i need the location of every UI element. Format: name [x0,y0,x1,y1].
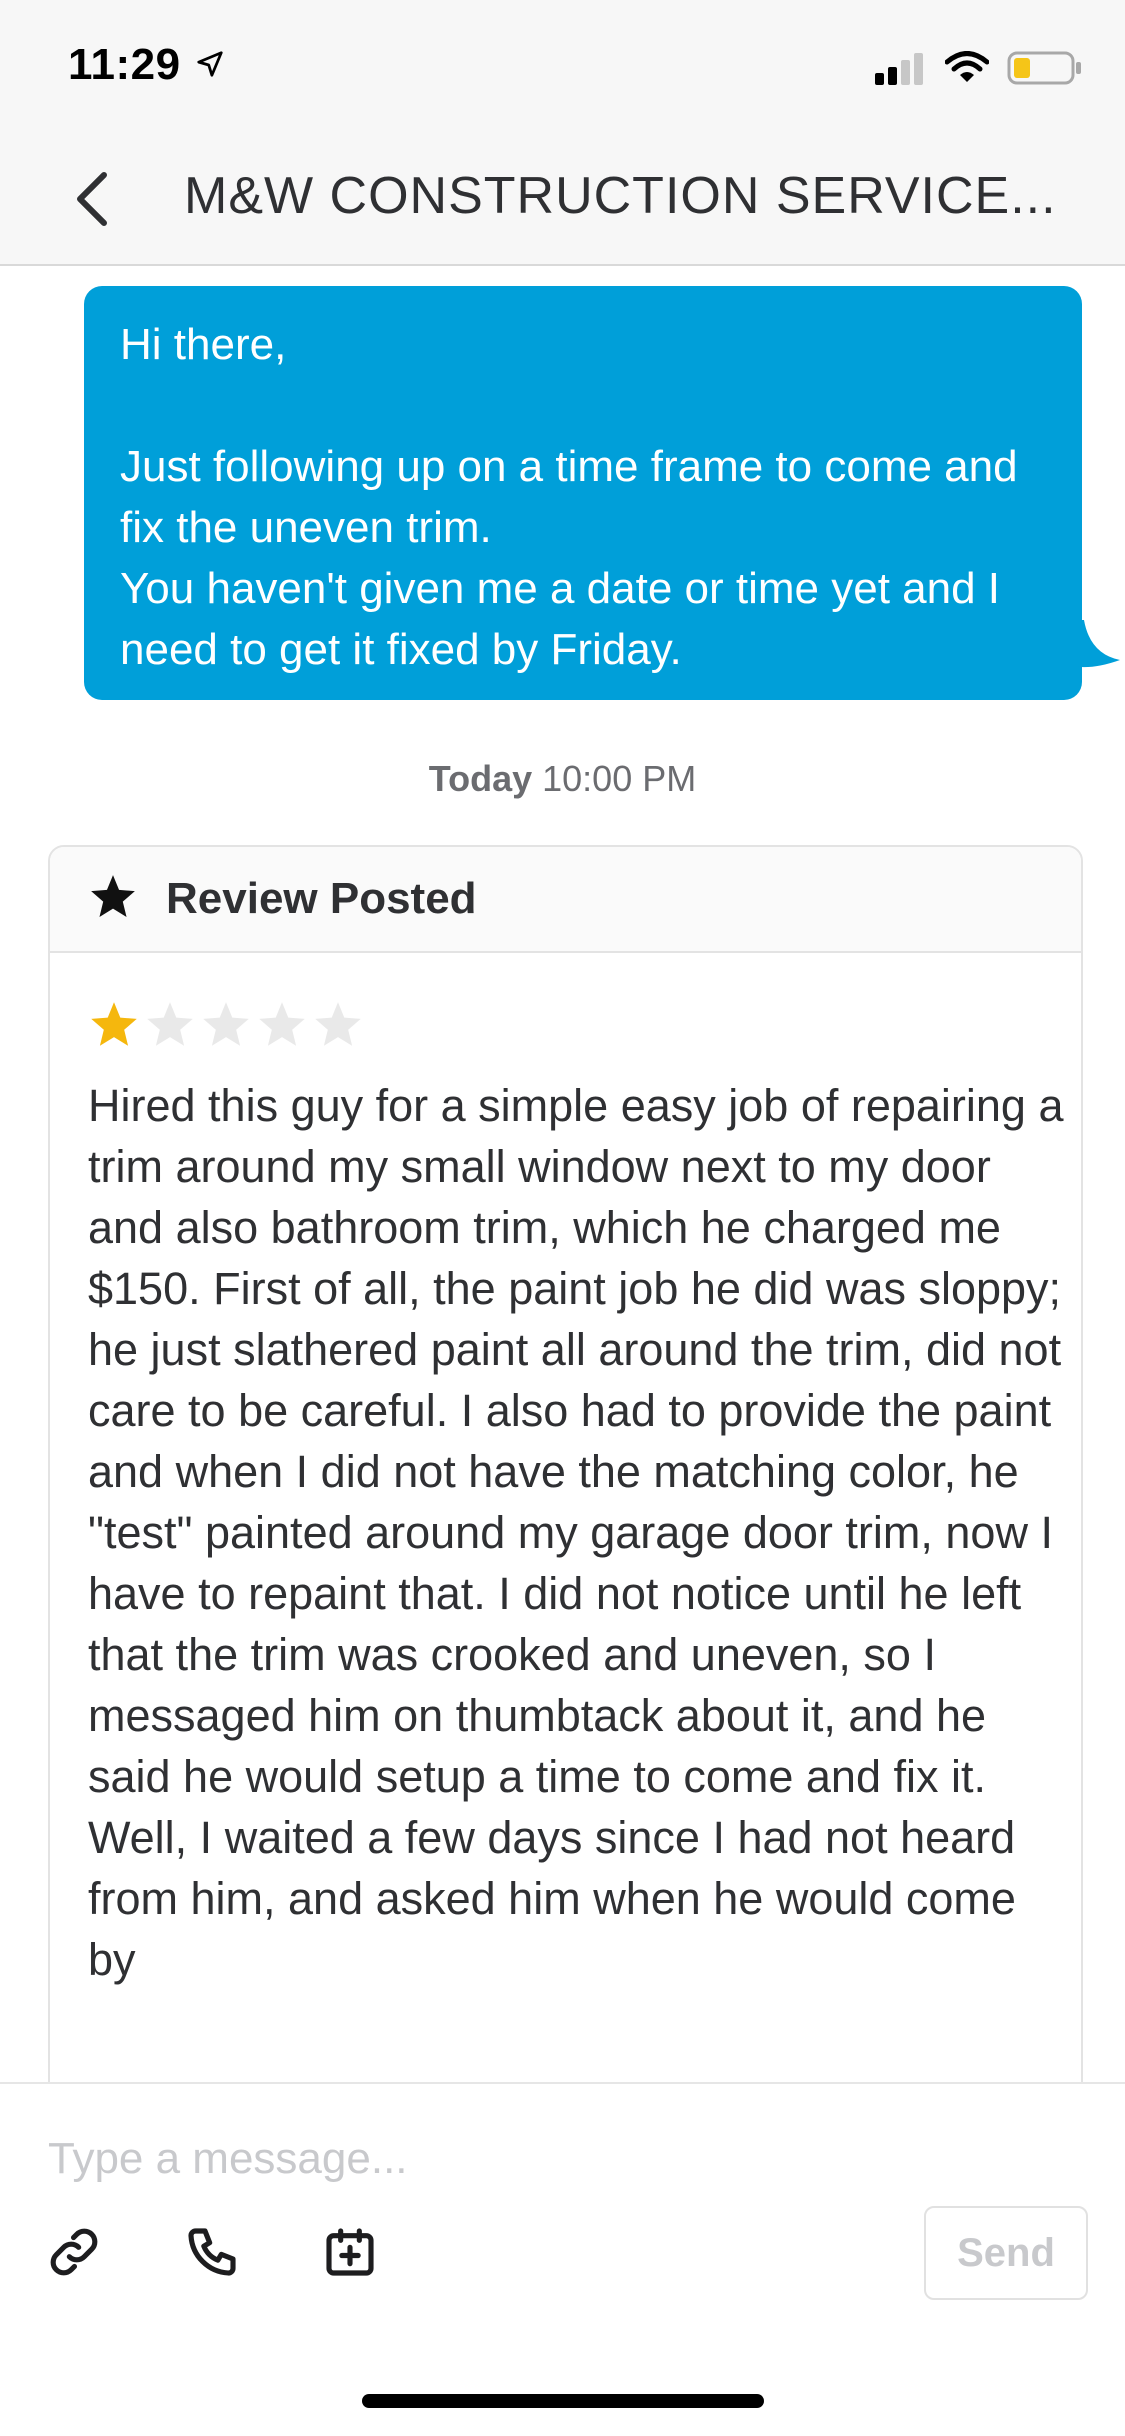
star-rating [88,999,364,1051]
phone-icon [184,2224,240,2285]
review-title: Review Posted [166,874,477,923]
conversation-title: M&W CONSTRUCTION SERVICE... [184,167,1057,225]
rating-star-1 [91,1002,137,1046]
message-list[interactable]: Hi there, Just following up on a time fr… [0,268,1125,2082]
message-composer: Send [0,2082,1125,2436]
timestamp-day: Today [428,758,533,799]
home-indicator [362,2394,764,2408]
bubble-tail [1072,620,1120,668]
review-card: Review Posted Hired this guy for a simpl… [48,845,1083,2082]
battery-icon [1007,50,1083,91]
review-text: Hired this guy for a simple easy job of … [88,1080,1064,1985]
message-input[interactable] [48,2124,1078,2194]
rating-star-3 [203,1002,249,1046]
cellular-signal-icon [875,51,927,90]
call-button[interactable] [172,2214,252,2294]
timestamp-time: 10:00 PM [542,758,697,799]
attach-link-button[interactable] [34,2214,114,2294]
location-arrow-icon [195,40,225,90]
status-bar: 11:29 [0,0,1125,132]
outgoing-message-bubble: Hi there, Just following up on a time fr… [84,286,1082,700]
status-time: 11:29 [68,40,181,89]
star-icon [88,872,138,927]
calendar-add-icon [322,2224,378,2285]
link-icon [46,2224,102,2285]
back-button[interactable] [62,168,122,234]
schedule-button[interactable] [310,2214,390,2294]
send-button[interactable]: Send [924,2206,1088,2300]
rating-star-2 [147,1002,193,1046]
status-indicators [875,50,1083,91]
wifi-icon [944,51,990,90]
status-time-group: 11:29 [68,40,225,90]
message-timestamp: Today 10:00 PM [0,758,1125,800]
nav-bar: M&W CONSTRUCTION SERVICE... [0,132,1125,266]
rating-star-4 [259,1002,305,1046]
rating-star-5 [315,1002,361,1046]
chevron-left-icon [72,171,112,232]
review-header: Review Posted [50,847,1081,953]
